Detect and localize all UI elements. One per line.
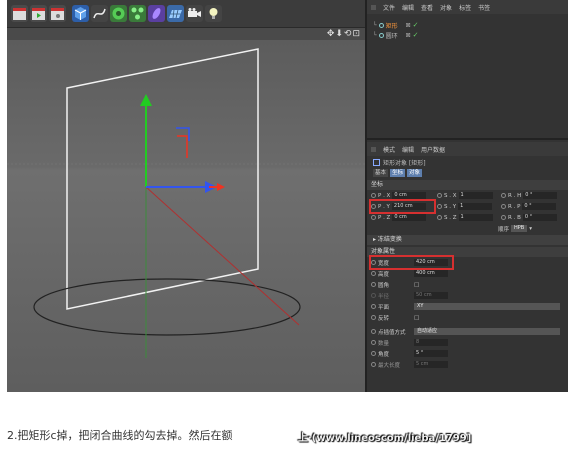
rounding-row: 圆角 □: [367, 279, 568, 290]
maxlen-row: 最大长度 5 cm: [367, 359, 568, 370]
count-field[interactable]: 8: [414, 339, 448, 346]
tab-object[interactable]: 对象: [407, 169, 423, 177]
spline-icon: [378, 32, 384, 38]
tab-basic[interactable]: 基本: [373, 169, 389, 177]
object-manager: 文件 编辑 查看 对象 标签 书签 └ 矩形 ⊠ ✓ └ 圆环 ⊠ ✓: [365, 0, 568, 138]
view-navigation-icons[interactable]: ✥⬇⟲⊡: [327, 28, 361, 40]
pos-x-field[interactable]: 0 cm: [392, 192, 427, 199]
radius-row: 半径 50 cm: [367, 290, 568, 301]
rot-b-field[interactable]: 0 °: [522, 214, 557, 221]
plane-select[interactable]: XY: [414, 303, 560, 310]
object-row-circle[interactable]: └ 圆环 ⊠ ✓: [367, 30, 568, 40]
width-row: 宽度 420 cm: [367, 255, 568, 270]
attribute-manager: 模式 编辑 用户数据 矩形对象 [矩形] 基本 坐标 对象 坐标 P . X0 …: [365, 138, 568, 392]
c4d-screenshot: ✥⬇⟲⊡ 文件 编辑 查看 对象 标签 书签 └ 矩形 ⊠ ✓ └ 圆环 ⊠ ✓…: [7, 0, 568, 392]
main-toolbar: [7, 0, 365, 28]
menu-bookmark[interactable]: 书签: [478, 3, 490, 12]
coord-row-3: P . Z0 cm S . Z1 R . B0 °: [367, 212, 568, 223]
scale-x-field[interactable]: 1: [458, 192, 493, 199]
pen-spline-icon[interactable]: [91, 5, 108, 22]
rotation-order-select[interactable]: HPB: [511, 225, 528, 232]
height-row: 高度 400 cm: [367, 268, 568, 279]
x-axis-line: [145, 186, 300, 326]
menu-edit-attr[interactable]: 编辑: [402, 145, 414, 154]
object-row-rectangle[interactable]: └ 矩形 ⊠ ✓: [367, 20, 568, 30]
plane-row: 平面 XY: [367, 301, 568, 312]
freeze-transform-toggle[interactable]: ▸ 冻结变换: [367, 235, 568, 245]
interpolation-row: 点插值方式 自动适应: [367, 326, 568, 337]
coord-row-2: P . Y 210 cm S . Y1 R . P0 °: [367, 199, 568, 214]
enable-check-icon[interactable]: ✓: [413, 31, 419, 39]
visibility-icon[interactable]: ⊠: [406, 22, 411, 29]
camera-icon[interactable]: [186, 5, 203, 22]
coord-section-header: 坐标: [367, 180, 568, 190]
scale-y-field[interactable]: 1: [458, 203, 493, 210]
object-manager-menu: 文件 编辑 查看 对象 标签 书签: [367, 0, 568, 14]
radius-field[interactable]: 50 cm: [414, 292, 448, 299]
subdivision-icon[interactable]: [110, 5, 127, 22]
angle-field[interactable]: 5 °: [414, 350, 448, 357]
watermark: 上·(www.lineoscom/lieba/1799]: [298, 433, 472, 444]
angle-row: 角度 5 °: [367, 348, 568, 359]
menu-mode[interactable]: 模式: [383, 145, 395, 154]
menu-userdata[interactable]: 用户数据: [421, 145, 445, 154]
order-row: 顺序 HPB ▾: [498, 225, 532, 233]
maxlen-field[interactable]: 5 cm: [414, 361, 448, 368]
cube-icon[interactable]: [72, 5, 89, 22]
height-field[interactable]: 400 cm: [414, 270, 448, 277]
menu-object[interactable]: 对象: [440, 3, 452, 12]
spline-icon: [373, 158, 380, 166]
scale-z-field[interactable]: 1: [458, 214, 493, 221]
menu-edit[interactable]: 编辑: [402, 3, 414, 12]
rot-p-field[interactable]: 0 °: [522, 203, 557, 210]
visibility-icon[interactable]: ⊠: [406, 32, 411, 39]
rot-h-field[interactable]: 0 °: [523, 192, 558, 199]
spline-icon: [378, 22, 384, 28]
reverse-row: 反转 □: [367, 312, 568, 323]
array-icon[interactable]: [129, 5, 146, 22]
menu-tag[interactable]: 标签: [459, 3, 471, 12]
attribute-tabs: 基本 坐标 对象: [367, 168, 568, 178]
pos-z-field[interactable]: 0 cm: [392, 214, 427, 221]
interpolation-select[interactable]: 自动适应: [414, 328, 560, 335]
viewport-header: ✥⬇⟲⊡: [7, 28, 365, 40]
object-title: 矩形对象 [矩形]: [367, 156, 568, 168]
deformer-icon[interactable]: [148, 5, 165, 22]
caption-text: 2.把矩形c掉，把闭合曲线的勾去掉。然后在额: [7, 429, 233, 442]
3d-viewport[interactable]: [7, 40, 365, 392]
floor-icon[interactable]: [167, 5, 184, 22]
count-row: 数量 8: [367, 337, 568, 348]
attribute-manager-menu: 模式 编辑 用户数据: [367, 142, 568, 156]
light-icon[interactable]: [205, 5, 222, 22]
clapboard-play-icon[interactable]: [30, 5, 47, 22]
menu-view[interactable]: 查看: [421, 3, 433, 12]
tab-coord[interactable]: 坐标: [390, 169, 406, 177]
reverse-checkbox[interactable]: □: [414, 315, 419, 321]
viewport-scene: [7, 48, 365, 358]
menu-file[interactable]: 文件: [383, 3, 395, 12]
enable-check-icon[interactable]: ✓: [413, 21, 419, 29]
clapboard-icon[interactable]: [11, 5, 28, 22]
rectangle-spline: [66, 48, 259, 310]
clapboard-gear-icon[interactable]: [49, 5, 66, 22]
rounding-checkbox[interactable]: □: [414, 282, 419, 288]
